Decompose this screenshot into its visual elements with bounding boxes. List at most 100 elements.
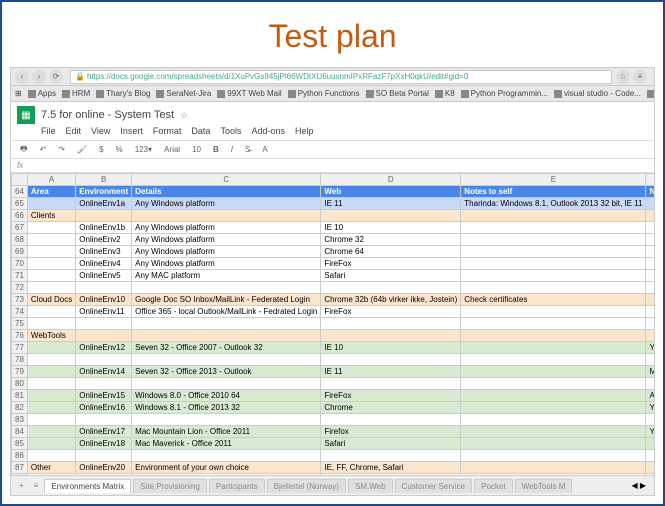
cell[interactable] <box>461 462 646 474</box>
cell[interactable]: Chrome <box>321 402 461 414</box>
color-icon[interactable]: A <box>259 144 270 155</box>
strike-icon[interactable]: S̶ <box>242 144 253 155</box>
menu-item[interactable]: Data <box>191 126 210 136</box>
cell[interactable] <box>27 282 75 294</box>
cell[interactable]: OnlineEnv10 <box>76 294 132 306</box>
font-select[interactable]: Arial <box>161 144 183 155</box>
cell[interactable] <box>76 210 132 222</box>
cell[interactable]: Seven 32 - Office 2013 - Outlook <box>132 366 321 378</box>
cell[interactable] <box>646 210 654 222</box>
cell[interactable] <box>646 438 654 450</box>
cell[interactable] <box>646 318 654 330</box>
cell[interactable] <box>461 426 646 438</box>
cell[interactable] <box>132 378 321 390</box>
menu-item[interactable]: File <box>41 126 56 136</box>
cell[interactable] <box>321 450 461 462</box>
cell[interactable] <box>27 198 75 210</box>
row-header[interactable]: 78 <box>12 354 28 366</box>
cell[interactable]: Yusra <box>646 426 654 438</box>
bookmark-item[interactable]: Python Functions <box>288 89 360 98</box>
cell[interactable] <box>646 234 654 246</box>
cell[interactable] <box>461 402 646 414</box>
cell[interactable] <box>76 330 132 342</box>
cell[interactable] <box>461 390 646 402</box>
cell[interactable] <box>132 450 321 462</box>
percent-icon[interactable]: % <box>113 144 126 155</box>
row-header[interactable]: 81 <box>12 390 28 402</box>
cell[interactable] <box>646 198 654 210</box>
cell[interactable] <box>646 306 654 318</box>
cell[interactable] <box>76 282 132 294</box>
cell[interactable]: FireFox <box>321 306 461 318</box>
cell[interactable]: IE 11 <box>321 198 461 210</box>
row-header[interactable]: 77 <box>12 342 28 354</box>
cell[interactable] <box>27 390 75 402</box>
cell[interactable]: Yusra, Anushka <box>646 342 654 354</box>
sheet-tab[interactable]: Customer Service <box>395 479 473 493</box>
cell[interactable]: Any Windows platform <box>132 198 321 210</box>
cell[interactable] <box>646 450 654 462</box>
decimal-icon[interactable]: 123▾ <box>132 144 155 155</box>
cell[interactable] <box>461 450 646 462</box>
cell[interactable] <box>27 306 75 318</box>
sheet-tab[interactable]: Participants <box>209 479 265 493</box>
cell[interactable] <box>461 318 646 330</box>
cell[interactable]: OnlineEnv20 <box>76 462 132 474</box>
header-cell[interactable]: Environment <box>76 186 132 198</box>
star-button[interactable]: ☆ <box>616 70 630 84</box>
row-header[interactable]: 83 <box>12 414 28 426</box>
bookmark-item[interactable]: ACTIVAT <box>647 89 654 98</box>
row-header[interactable]: 86 <box>12 450 28 462</box>
cell[interactable] <box>646 354 654 366</box>
cell[interactable]: Seven 32 - Office 2007 - Outlook 32 <box>132 342 321 354</box>
apps-icon[interactable]: ⊞ <box>15 89 22 98</box>
reload-button[interactable]: ⟳ <box>49 70 63 84</box>
row-header[interactable]: 72 <box>12 282 28 294</box>
cell[interactable]: Check certificates <box>461 294 646 306</box>
cell[interactable] <box>27 378 75 390</box>
cell[interactable] <box>27 366 75 378</box>
bookmark-item[interactable]: 99XT Web Mail <box>217 89 281 98</box>
cell[interactable]: OnlineEnv2 <box>76 234 132 246</box>
cell[interactable]: Chrome 64 <box>321 246 461 258</box>
cell[interactable] <box>461 414 646 426</box>
cell[interactable]: Google Doc SO Inbox/MailLink - Federated… <box>132 294 321 306</box>
cell[interactable] <box>132 282 321 294</box>
cell[interactable] <box>132 210 321 222</box>
cell[interactable] <box>646 282 654 294</box>
spreadsheet[interactable]: ABCDEF64AreaEnvironmentDetailsWebNotes t… <box>11 173 654 475</box>
cell[interactable] <box>646 414 654 426</box>
cell[interactable] <box>461 342 646 354</box>
cell[interactable] <box>132 414 321 426</box>
row-header[interactable]: 71 <box>12 270 28 282</box>
cell[interactable] <box>27 222 75 234</box>
header-cell[interactable]: Details <box>132 186 321 198</box>
sheet-tab[interactable]: Environments Matrix <box>44 479 131 493</box>
sheet-tab[interactable]: WebTools M <box>515 479 573 493</box>
cell[interactable] <box>461 258 646 270</box>
cell[interactable] <box>646 246 654 258</box>
row-header[interactable]: 84 <box>12 426 28 438</box>
row-header[interactable]: 64 <box>12 186 28 198</box>
bookmark-item[interactable]: Python Programmin... <box>461 89 548 98</box>
cell[interactable] <box>646 294 654 306</box>
cell[interactable]: Anushka <box>646 390 654 402</box>
cell[interactable] <box>461 378 646 390</box>
cell[interactable] <box>27 270 75 282</box>
cell[interactable] <box>27 414 75 426</box>
menu-item[interactable]: Edit <box>66 126 82 136</box>
cell[interactable] <box>27 354 75 366</box>
all-sheets-button[interactable]: ≡ <box>30 479 43 492</box>
cell[interactable] <box>646 258 654 270</box>
cell[interactable]: FireFox <box>321 258 461 270</box>
cell[interactable] <box>27 426 75 438</box>
cell[interactable]: Environment of your own choice <box>132 462 321 474</box>
cell[interactable]: Office 365 - local Outlook/MailLink - Fe… <box>132 306 321 318</box>
add-sheet-button[interactable]: + <box>15 479 28 492</box>
row-header[interactable]: 66 <box>12 210 28 222</box>
redo-icon[interactable]: ↷ <box>55 144 68 155</box>
cell[interactable] <box>27 258 75 270</box>
cell[interactable] <box>76 354 132 366</box>
cell[interactable]: Any Windows platform <box>132 246 321 258</box>
bookmark-item[interactable]: Apps <box>28 89 56 98</box>
